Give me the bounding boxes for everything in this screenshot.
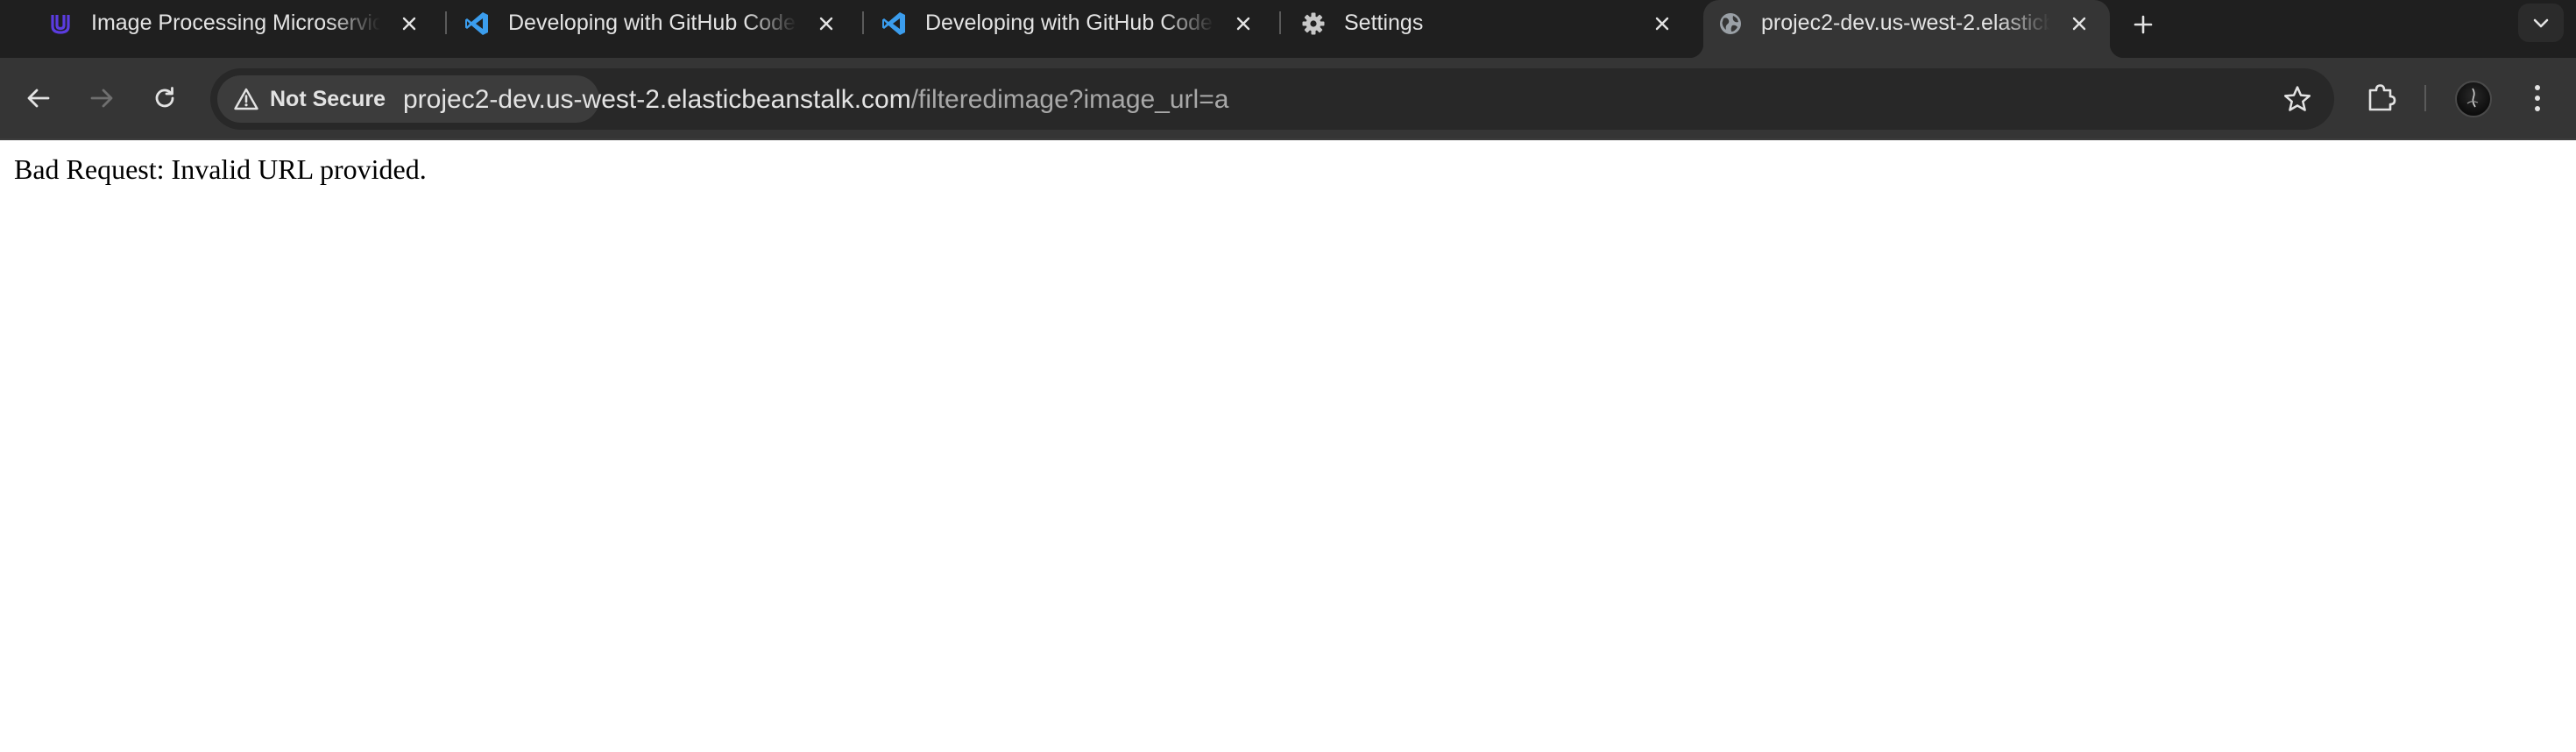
toolbar-separator	[2424, 85, 2426, 111]
gear-icon	[1300, 11, 1327, 37]
forward-button[interactable]	[81, 77, 123, 119]
tab-image-processing[interactable]: Image Processing Microservice	[47, 0, 422, 46]
tab-settings[interactable]: Settings	[1300, 0, 1675, 46]
close-tab-icon[interactable]	[813, 11, 839, 37]
url-host: projec2-dev.us-west-2.elasticbeanstalk.c…	[403, 85, 911, 114]
tab-title: Image Processing Microservice	[91, 11, 380, 35]
url-path: /filteredimage?image_url=a	[910, 85, 1229, 114]
warning-icon	[233, 86, 259, 112]
profile-avatar[interactable]	[2455, 81, 2492, 117]
chevron-down-icon	[2533, 18, 2549, 28]
browser-toolbar: Not Secure projec2-dev.us-west-2.elastic…	[0, 58, 2576, 140]
plus-icon	[2134, 15, 2153, 34]
extensions-button[interactable]	[2359, 75, 2403, 119]
forward-arrow-icon	[90, 89, 113, 108]
tab-title: Settings	[1344, 11, 1424, 35]
not-secure-label: Not Secure	[270, 87, 386, 111]
vscode-icon	[464, 11, 491, 37]
vscode-icon	[881, 11, 908, 37]
tab-elasticbeanstalk[interactable]: projec2-dev.us-west-2.elasticbeanstalk.c…	[1717, 0, 2092, 46]
error-message: Bad Request: Invalid URL provided.	[14, 153, 427, 185]
back-button[interactable]	[18, 77, 60, 119]
kebab-menu-icon	[2535, 85, 2540, 111]
tab-title: Developing with GitHub Codespaces	[508, 11, 797, 35]
browser-menu-button[interactable]	[2516, 77, 2558, 119]
tab-search-button[interactable]	[2518, 4, 2564, 42]
page-content: Bad Request: Invalid URL provided.	[0, 140, 2576, 752]
reload-button[interactable]	[144, 77, 186, 119]
puzzle-icon	[2368, 84, 2396, 111]
url-text[interactable]: projec2-dev.us-west-2.elasticbeanstalk.c…	[403, 84, 1228, 116]
tab-separator	[1279, 11, 1281, 34]
close-tab-icon[interactable]	[396, 11, 422, 37]
tab-title: Developing with GitHub Codespaces	[925, 11, 1214, 35]
tab-title: projec2-dev.us-west-2.elasticbeanstalk.c…	[1761, 11, 2050, 35]
tab-separator	[445, 11, 447, 34]
star-icon	[2283, 86, 2311, 111]
tab-codespaces-1[interactable]: Developing with GitHub Codespaces	[464, 0, 839, 46]
globe-icon	[1717, 11, 1744, 37]
address-bar[interactable]: Not Secure projec2-dev.us-west-2.elastic…	[210, 68, 2334, 130]
close-tab-icon[interactable]	[1649, 11, 1675, 37]
udacity-icon	[47, 11, 74, 37]
new-tab-button[interactable]	[2127, 9, 2159, 40]
bookmark-button[interactable]	[2278, 80, 2317, 118]
back-arrow-icon	[27, 89, 50, 108]
tab-strip: Image Processing Microservice Developing…	[0, 0, 2576, 58]
close-tab-icon[interactable]	[2066, 11, 2092, 37]
tab-separator	[862, 11, 864, 34]
reload-icon	[155, 87, 174, 108]
close-tab-icon[interactable]	[1230, 11, 1256, 37]
tab-codespaces-2[interactable]: Developing with GitHub Codespaces	[881, 0, 1256, 46]
